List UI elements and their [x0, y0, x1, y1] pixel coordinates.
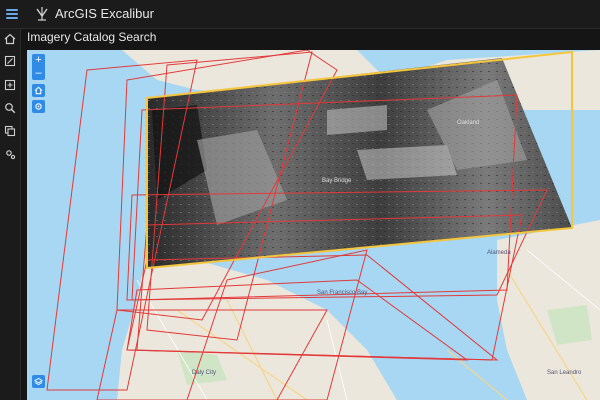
layers-icon[interactable] [3, 124, 17, 138]
locate-icon[interactable] [32, 100, 45, 113]
basemap-icon[interactable] [32, 375, 45, 388]
app-title: ArcGIS Excalibur [55, 6, 154, 21]
land-peninsula [117, 250, 397, 400]
map-label: San Francisco Bay [317, 290, 368, 296]
map-label: San Leandro [547, 370, 582, 376]
add-icon[interactable] [3, 78, 17, 92]
map-view[interactable]: + – Bay Bridge Oakland San Francisco Bay… [27, 50, 600, 400]
zoom-out-button[interactable]: – [32, 67, 45, 80]
settings-icon[interactable] [3, 147, 17, 161]
map-label: Daly City [192, 370, 217, 376]
sidebar [0, 29, 21, 400]
edit-icon[interactable] [3, 54, 17, 68]
map-label: Bay Bridge [322, 178, 352, 184]
zoom-control: + – [32, 54, 45, 80]
map-canvas[interactable] [27, 50, 600, 400]
excalibur-logo-icon [36, 7, 48, 21]
home-icon[interactable] [3, 32, 17, 46]
menu-icon[interactable] [4, 6, 20, 22]
top-bar: ArcGIS Excalibur [0, 0, 600, 29]
search-icon[interactable] [3, 101, 17, 115]
map-label: Oakland [457, 120, 480, 126]
map-label: Alameda [487, 250, 511, 256]
zoom-in-button[interactable]: + [32, 54, 45, 67]
panel-title: Imagery Catalog Search [27, 30, 157, 44]
home-icon[interactable] [32, 84, 45, 97]
